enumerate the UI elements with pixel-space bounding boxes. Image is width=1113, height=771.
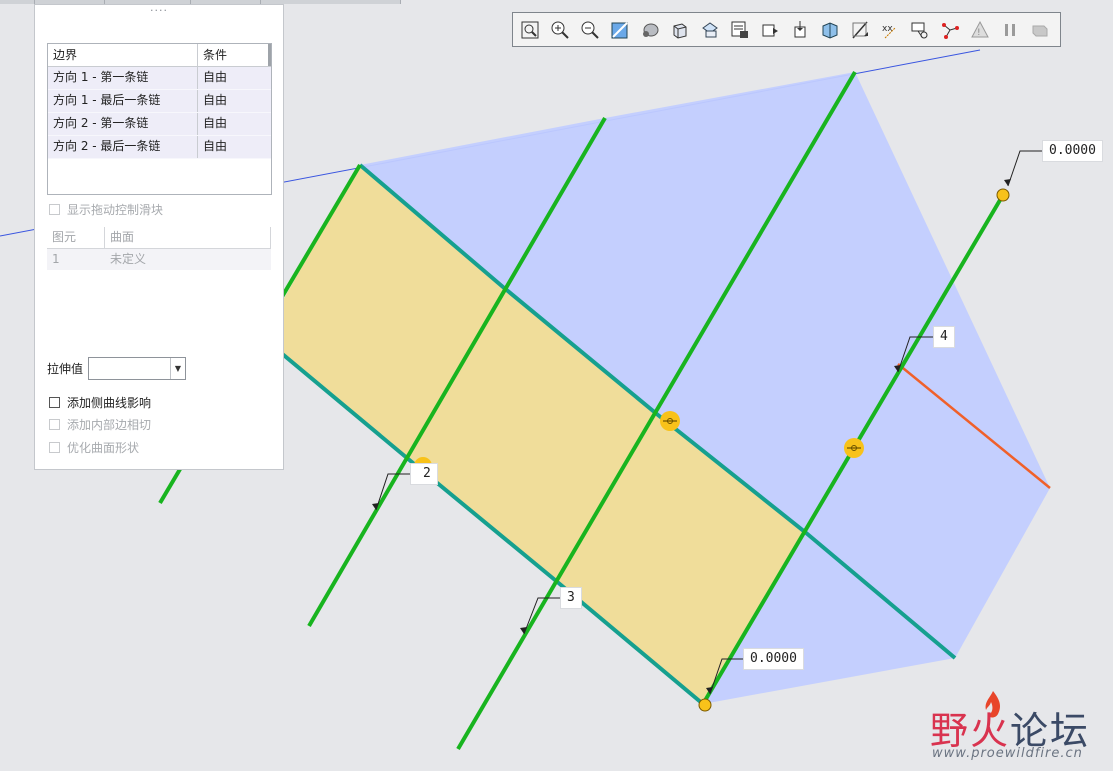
forum-watermark: 野火论坛 www.proewildfire.cn (926, 690, 1106, 766)
stretch-value-label: 拉伸值 (47, 362, 84, 376)
watermark-url: www.proewildfire.cn (932, 746, 1083, 761)
boundary-cell: 方向 1 - 最后一条链 (48, 90, 198, 112)
constraint-display-icon[interactable] (907, 17, 933, 43)
svg-text:xx: xx (882, 24, 893, 34)
zoom-refit-icon[interactable] (517, 17, 543, 43)
show-drag-sliders-checkbox[interactable]: 显示拖动控制滑块 (49, 200, 163, 218)
dimension-bottom[interactable]: 0.0000 (743, 648, 804, 670)
dimension-chain-4[interactable]: 4 (933, 326, 955, 348)
view-manager-icon[interactable] (727, 17, 753, 43)
checkbox-label: 添加内部边相切 (67, 417, 152, 432)
pause-icon[interactable] (997, 17, 1023, 43)
chevron-down-icon[interactable]: ▼ (170, 358, 185, 379)
saved-views-icon[interactable] (697, 17, 723, 43)
surface-cell[interactable]: 未定义 (105, 249, 271, 270)
condition-cell[interactable]: 自由 (198, 90, 271, 112)
point-display-icon[interactable]: xx (877, 17, 903, 43)
condition-cell[interactable]: 自由 (198, 136, 271, 158)
drag-handle-2[interactable] (844, 438, 864, 458)
boundary-cell: 方向 1 - 第一条链 (48, 67, 198, 89)
checkbox-box[interactable] (49, 396, 60, 408)
add-side-curve-checkbox[interactable]: 添加侧曲线影响 (49, 393, 151, 411)
annotation-display-icon[interactable] (847, 17, 873, 43)
table-row[interactable]: 方向 1 - 最后一条链 自由 (48, 90, 271, 113)
element-cell: 1 (52, 252, 60, 266)
stretch-value-combobox[interactable]: ▼ (88, 357, 186, 380)
display-style-icon[interactable] (667, 17, 693, 43)
checkbox-label: 优化曲面形状 (67, 440, 140, 455)
boundary-table: 边界 条件 方向 1 - 第一条链 自由 方向 1 - 最后一条链 自由 方向 … (47, 43, 272, 195)
boundary-cell: 方向 2 - 第一条链 (48, 113, 198, 135)
checkbox-box[interactable] (49, 441, 60, 453)
svg-text:!: ! (977, 28, 981, 38)
zoom-in-icon[interactable] (547, 17, 573, 43)
boundary-blend-panel: ···· 边界 条件 方向 1 - 第一条链 自由 方向 1 - 最后一条链 自… (34, 4, 284, 470)
plane-display-icon[interactable] (757, 17, 783, 43)
end-point-top[interactable] (996, 188, 1010, 202)
end-point-bottom[interactable] (698, 698, 712, 712)
table-row[interactable]: 方向 1 - 第一条链 自由 (48, 67, 271, 90)
spin-center-icon[interactable] (637, 17, 663, 43)
boundary-header: 边界 (48, 44, 198, 66)
element-header: 图元 (47, 227, 105, 248)
boundary-cell: 方向 2 - 最后一条链 (48, 136, 198, 158)
surface-header: 曲面 (110, 230, 135, 244)
add-inner-tangent-checkbox[interactable]: 添加内部边相切 (49, 415, 151, 433)
optimize-surface-checkbox[interactable]: 优化曲面形状 (49, 438, 139, 456)
table-row[interactable]: 1 未定义 (47, 249, 271, 270)
element-table: 图元 曲面 1 未定义 (47, 227, 271, 337)
checkbox-label: 添加侧曲线影响 (67, 395, 152, 410)
drag-handle-1[interactable] (660, 411, 680, 431)
checkbox-box[interactable] (49, 203, 60, 215)
condition-header: 条件 (203, 48, 228, 62)
dimension-top-right[interactable]: 0.0000 (1042, 140, 1103, 162)
dimension-chain-3[interactable]: 3 (560, 587, 582, 609)
table-row[interactable]: 方向 2 - 第一条链 自由 (48, 113, 271, 136)
panel-grip[interactable]: ···· (35, 5, 283, 16)
repaint-icon[interactable] (607, 17, 633, 43)
stop-icon[interactable] (1027, 17, 1053, 43)
axis-display-icon[interactable] (787, 17, 813, 43)
regenerate-icon[interactable]: ! (967, 17, 993, 43)
table-scrollbar[interactable] (268, 44, 271, 66)
checkbox-box[interactable] (49, 418, 60, 430)
leader-top (1007, 150, 1042, 187)
dimension-chain-2[interactable]: 2 (410, 463, 438, 485)
checkbox-label: 显示拖动控制滑块 (67, 202, 164, 217)
table-row[interactable]: 方向 2 - 最后一条链 自由 (48, 136, 271, 159)
view-toolbar: xx ! (512, 12, 1061, 47)
condition-cell[interactable]: 自由 (198, 67, 271, 89)
csys-display-icon[interactable] (817, 17, 843, 43)
condition-cell[interactable]: 自由 (198, 113, 271, 135)
zoom-out-icon[interactable] (577, 17, 603, 43)
network-icon[interactable] (937, 17, 963, 43)
